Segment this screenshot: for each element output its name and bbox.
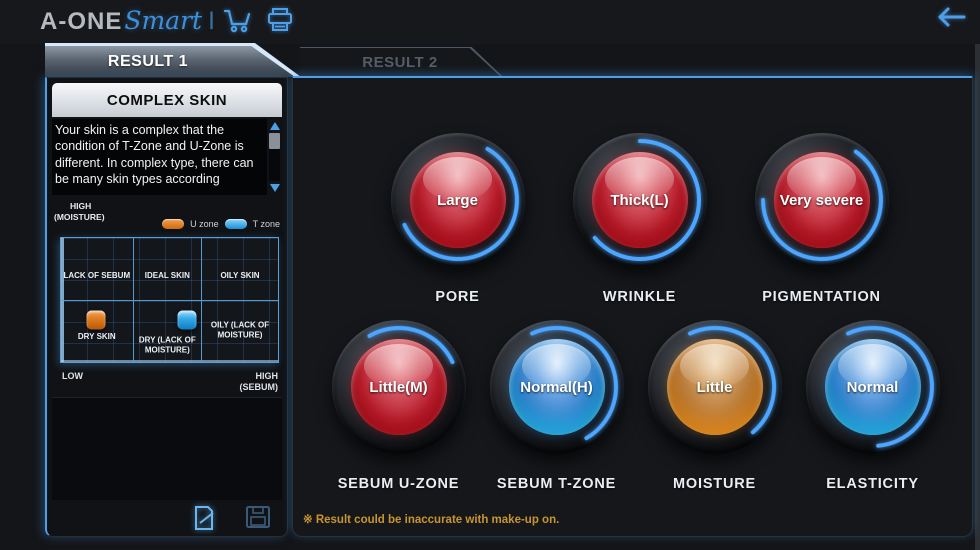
scrollbar-thumb[interactable] [269,133,280,149]
result-summary-panel: COMPLEX SKIN Your skin is a complex that… [45,77,288,537]
gauge-pigmentation-label: PIGMENTATION [762,289,881,305]
gauge-sebum-t-zone-value: Normal(H) [520,379,593,396]
gauge-elasticity-button[interactable]: Normal [806,320,940,454]
t-zone-marker [177,310,196,329]
panel-footer [47,500,287,536]
gauge-pigmentation-face: Very severe [774,152,870,248]
skin-description-box: Your skin is a complex that the conditio… [52,119,282,195]
zone-label-dry-skin: DRY SKIN [78,332,116,342]
grid-major-hline [61,300,278,301]
gauge-pore-label: PORE [435,289,479,305]
gauge-pore-button[interactable]: Large [391,133,525,267]
u-zone-legend-label: U zone [190,219,219,229]
cart-icon[interactable] [221,6,253,34]
scroll-down-button[interactable] [267,181,282,195]
tab-result2[interactable]: RESULT 2 [300,48,500,76]
logo-text-script: Smart [124,6,202,35]
chart-legend: U zone T zone [162,219,280,229]
gauge-moisture-label: MOISTURE [673,476,756,492]
t-zone-legend-swatch [225,219,247,229]
gauge-sebum-t-zone: Normal(H) SEBUM T-ZONE [482,320,632,492]
x-axis-high-label: HIGH [256,371,279,381]
gauge-row-2: Little(M) SEBUM U-ZONE Normal(H) SEBUM T… [293,320,972,492]
app-logo: A-ONE Smart [40,6,202,36]
gauge-wrinkle-face: Thick(L) [592,152,688,248]
u-zone-marker [86,310,105,329]
triangle-down-icon [270,184,280,192]
printer-icon[interactable] [264,6,296,34]
makeup-disclaimer-note: ※ Result could be inaccurate with make-u… [303,512,559,526]
gauge-sebum-t-zone-label: SEBUM T-ZONE [497,476,616,492]
x-axis-low-label: LOW [62,371,83,381]
u-zone-legend-swatch [162,219,184,229]
skin-type-title: COMPLEX SKIN [52,83,282,117]
scroll-up-button[interactable] [267,119,282,133]
gauge-moisture: Little MOISTURE [640,320,790,492]
gauge-pore-face: Large [410,152,506,248]
y-axis-unit-label: (MOISTURE) [54,212,105,222]
gauge-sebum-u-zone-face: Little(M) [351,339,447,435]
back-arrow-icon[interactable] [934,5,968,33]
gauge-elasticity-value: Normal [847,379,899,396]
gauge-wrinkle-value: Thick(L) [610,192,668,209]
gauge-pigmentation-button[interactable]: Very severe [755,133,889,267]
gauge-moisture-face: Little [667,339,763,435]
screen-right-edge [975,0,980,550]
gauge-pigmentation-value: Very severe [780,192,863,209]
skin-analysis-screen: { "header": { "logo_primary": "A-ONE", "… [0,0,980,550]
gauge-elasticity-face: Normal [825,339,921,435]
y-axis-high-label: HIGH [70,201,91,211]
gauge-sebum-u-zone-label: SEBUM U-ZONE [338,476,460,492]
gauge-elasticity-label: ELASTICITY [826,476,919,492]
gauge-wrinkle-label: WRINKLE [603,289,676,305]
t-zone-legend-label: T zone [253,219,280,229]
zone-grid-plot: LACK OF SEBUM IDEAL SKIN OILY SKIN DRY S… [60,237,279,363]
logo-text-primary: A-ONE [40,8,122,36]
edit-note-icon[interactable] [191,505,219,531]
gauge-row-1: Large PORE Thick(L) WRINKLE Very severe [293,133,972,305]
gauge-wrinkle-button[interactable]: Thick(L) [573,133,707,267]
gauge-moisture-button[interactable]: Little [648,320,782,454]
gauge-moisture-value: Little [697,379,733,396]
panel-empty-area [52,397,282,500]
gauge-sebum-u-zone-value: Little(M) [369,379,427,396]
gauge-pigmentation: Very severe PIGMENTATION [747,133,897,305]
gauge-wrinkle: Thick(L) WRINKLE [565,133,715,305]
scrollbar-track[interactable] [269,133,280,181]
tab-result2-label: RESULT 2 [362,54,437,71]
header-bar: A-ONE Smart | [0,0,980,44]
gauge-sebum-t-zone-button[interactable]: Normal(H) [490,320,624,454]
result-gauges-panel: Large PORE Thick(L) WRINKLE Very severe [292,76,973,537]
gauge-elasticity: Normal ELASTICITY [798,320,948,492]
tab-result1[interactable]: RESULT 1 [45,46,295,77]
description-scrollbar[interactable] [267,119,282,195]
zone-label-oily-skin: OILY SKIN [220,271,259,281]
save-icon[interactable] [245,505,273,531]
gauge-sebum-u-zone: Little(M) SEBUM U-ZONE [324,320,474,492]
tab-result1-label: RESULT 1 [108,53,188,71]
gauge-pore-value: Large [437,192,478,209]
skin-zone-chart: HIGH (MOISTURE) U zone T zone LACK OF SE… [52,199,282,393]
header-divider: | [209,9,214,30]
zone-label-oily-lack-of-moisture: OILY (LACK OF MOISTURE) [205,321,275,342]
zone-label-lack-of-sebum: LACK OF SEBUM [63,271,130,281]
triangle-up-icon [270,122,280,130]
zone-label-dry-lack-of-moisture: DRY (LACK OF MOISTURE) [132,335,202,356]
gauge-pore: Large PORE [383,133,533,305]
zone-label-ideal-skin: IDEAL SKIN [145,271,190,281]
x-axis-unit-label: (SEBUM) [240,382,279,392]
gauge-sebum-t-zone-face: Normal(H) [509,339,605,435]
skin-description-text: Your skin is a complex that the conditio… [52,119,267,195]
gauge-sebum-u-zone-button[interactable]: Little(M) [332,320,466,454]
